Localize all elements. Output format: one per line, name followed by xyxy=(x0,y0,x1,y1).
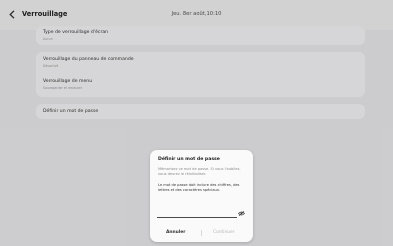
cancel-button[interactable]: Annuler xyxy=(166,230,185,235)
dialog-message: Mémorisez ce mot de passe. Si vous l'oub… xyxy=(158,167,241,176)
password-requirements: Le mot de passe doit inclure des chiffre… xyxy=(158,183,240,192)
password-underline xyxy=(157,217,237,218)
password-input[interactable] xyxy=(157,209,244,217)
dialog-title: Définir un mot de passe xyxy=(158,157,220,162)
eye-slash-icon[interactable] xyxy=(238,211,245,216)
set-password-dialog: Définir un mot de passe Mémorisez ce mot… xyxy=(150,150,253,242)
button-divider xyxy=(201,230,202,236)
continue-button[interactable]: Continuer xyxy=(213,230,235,235)
